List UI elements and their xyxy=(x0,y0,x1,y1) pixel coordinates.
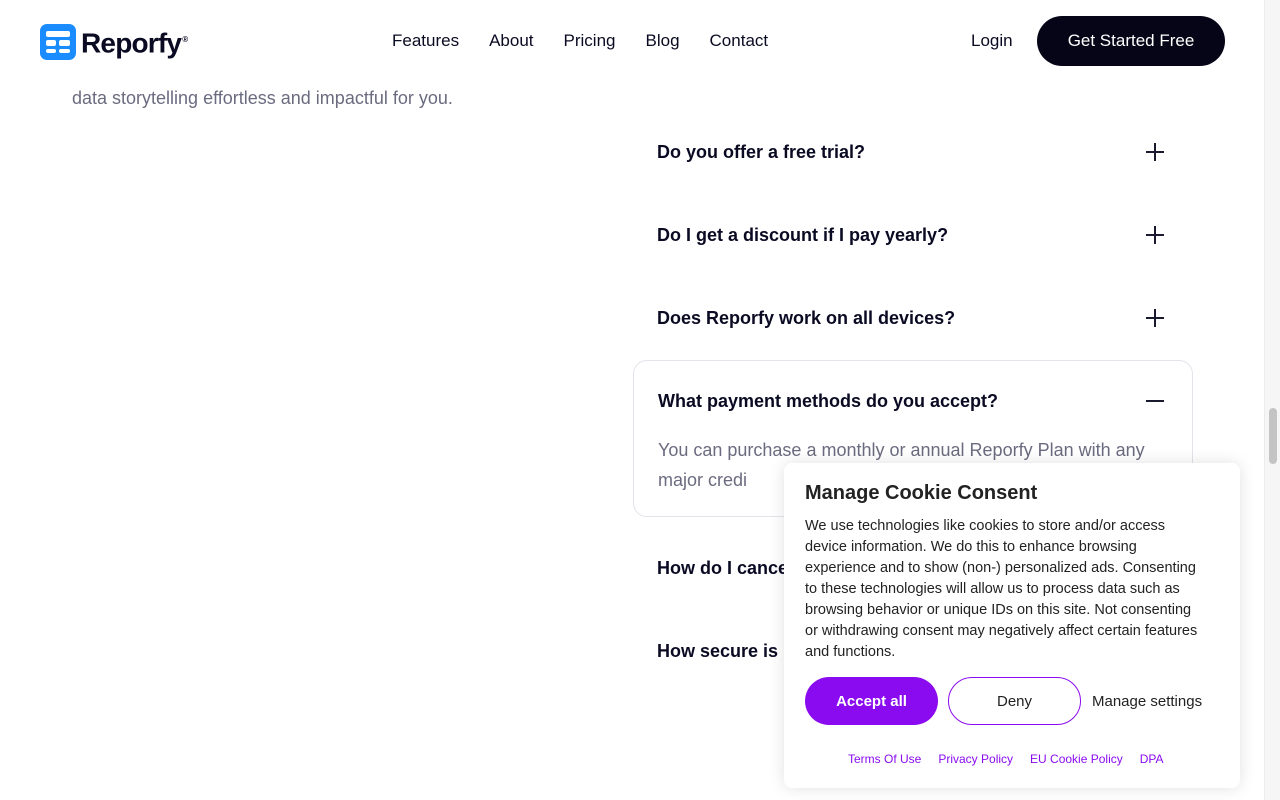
brand-name: Reporfy® xyxy=(81,27,188,59)
nav-features[interactable]: Features xyxy=(392,31,459,51)
eu-cookie-policy-link[interactable]: EU Cookie Policy xyxy=(1030,751,1123,767)
faq-question[interactable]: How secure is xyxy=(657,639,778,663)
nav-contact[interactable]: Contact xyxy=(710,31,769,51)
minus-icon[interactable] xyxy=(1145,391,1165,411)
login-link[interactable]: Login xyxy=(971,31,1013,51)
faq-question[interactable]: Do I get a discount if I pay yearly? xyxy=(657,223,948,247)
nav-blog[interactable]: Blog xyxy=(646,31,680,51)
brand-logo[interactable]: Reporfy® xyxy=(40,22,188,61)
page-scrollbar[interactable] xyxy=(1264,0,1280,800)
faq-item[interactable]: Do I get a discount if I pay yearly? xyxy=(633,223,1193,247)
intro-text: data storytelling effortless and impactf… xyxy=(72,88,453,108)
faq-question[interactable]: How do I cance xyxy=(657,556,788,580)
registered-mark: ® xyxy=(182,35,188,44)
get-started-button[interactable]: Get Started Free xyxy=(1037,16,1225,66)
faq-question[interactable]: What payment methods do you accept? xyxy=(658,389,998,413)
cookie-links: Terms Of Use Privacy Policy EU Cookie Po… xyxy=(848,751,1164,767)
faq-item[interactable]: Do you offer a free trial? xyxy=(633,140,1193,164)
site-header: Reporfy® Features About Pricing Blog Con… xyxy=(0,0,1264,82)
nav-about[interactable]: About xyxy=(489,31,533,51)
faq-question[interactable]: Do you offer a free trial? xyxy=(657,140,865,164)
plus-icon[interactable] xyxy=(1145,225,1165,245)
faq-question[interactable]: Does Reporfy work on all devices? xyxy=(657,306,955,330)
deny-button[interactable]: Deny xyxy=(948,677,1081,725)
cookie-title: Manage Cookie Consent xyxy=(805,482,1038,504)
logo-icon xyxy=(40,23,76,60)
cookie-description: We use technologies like cookies to stor… xyxy=(805,518,1198,660)
manage-settings-button[interactable]: Manage settings xyxy=(1092,692,1202,712)
main-nav: Features About Pricing Blog Contact xyxy=(392,31,768,51)
plus-icon[interactable] xyxy=(1145,142,1165,162)
dpa-link[interactable]: DPA xyxy=(1140,751,1164,767)
cookie-consent-dialog: Manage Cookie Consent We use technologie… xyxy=(784,463,1240,788)
terms-of-use-link[interactable]: Terms Of Use xyxy=(848,751,921,767)
nav-pricing[interactable]: Pricing xyxy=(564,31,616,51)
faq-item[interactable]: Does Reporfy work on all devices? xyxy=(633,306,1193,330)
scrollbar-thumb[interactable] xyxy=(1269,408,1277,464)
privacy-policy-link[interactable]: Privacy Policy xyxy=(938,751,1013,767)
plus-icon[interactable] xyxy=(1145,308,1165,328)
accept-all-button[interactable]: Accept all xyxy=(805,677,938,725)
